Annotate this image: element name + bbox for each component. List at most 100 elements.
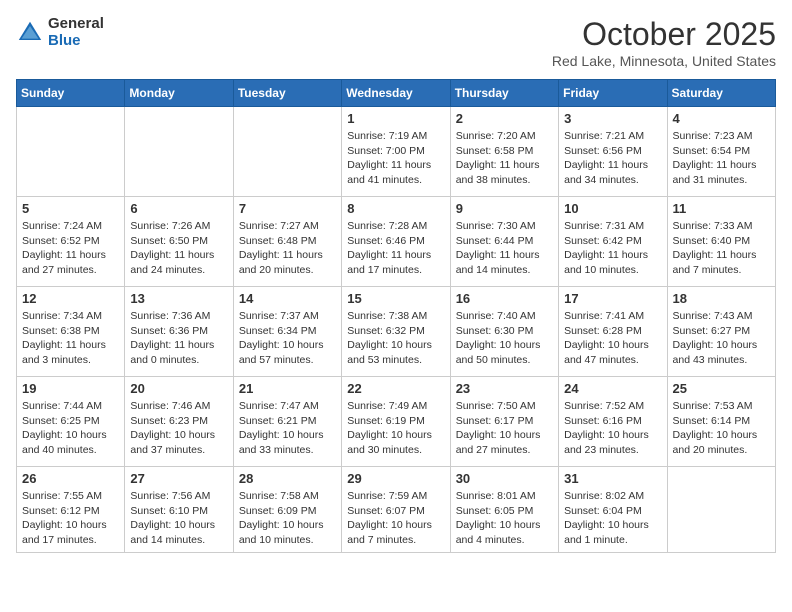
day-number: 24 xyxy=(564,381,661,396)
day-number: 14 xyxy=(239,291,336,306)
page-header: General Blue October 2025 Red Lake, Minn… xyxy=(16,16,776,69)
day-info: Sunrise: 7:55 AM Sunset: 6:12 PM Dayligh… xyxy=(22,489,119,548)
day-number: 20 xyxy=(130,381,227,396)
day-info: Sunrise: 7:40 AM Sunset: 6:30 PM Dayligh… xyxy=(456,309,553,368)
calendar-day-header: Tuesday xyxy=(233,80,341,107)
day-info: Sunrise: 7:20 AM Sunset: 6:58 PM Dayligh… xyxy=(456,129,553,188)
day-number: 3 xyxy=(564,111,661,126)
day-info: Sunrise: 7:31 AM Sunset: 6:42 PM Dayligh… xyxy=(564,219,661,278)
calendar-cell: 13 Sunrise: 7:36 AM Sunset: 6:36 PM Dayli… xyxy=(125,287,233,377)
calendar-cell: 26 Sunrise: 7:55 AM Sunset: 6:12 PM Dayli… xyxy=(17,467,125,553)
logo-blue-text: Blue xyxy=(48,33,104,50)
calendar-cell: 28 Sunrise: 7:58 AM Sunset: 6:09 PM Dayli… xyxy=(233,467,341,553)
calendar-cell: 15Sunrise: 7:38 AM Sunset: 6:32 PM Dayli… xyxy=(342,287,450,377)
calendar-cell: 6 Sunrise: 7:26 AM Sunset: 6:50 PM Daylig… xyxy=(125,197,233,287)
calendar-cell: 20 Sunrise: 7:46 AM Sunset: 6:23 PM Dayli… xyxy=(125,377,233,467)
logo: General Blue xyxy=(16,16,104,49)
day-info: Sunrise: 7:56 AM Sunset: 6:10 PM Dayligh… xyxy=(130,489,227,548)
day-info: Sunrise: 7:36 AM Sunset: 6:36 PM Dayligh… xyxy=(130,309,227,368)
calendar-cell: 27 Sunrise: 7:56 AM Sunset: 6:10 PM Dayli… xyxy=(125,467,233,553)
calendar-cell: 25 Sunrise: 7:53 AM Sunset: 6:14 PM Dayli… xyxy=(667,377,775,467)
day-number: 10 xyxy=(564,201,661,216)
day-number: 30 xyxy=(456,471,553,486)
day-info: Sunrise: 7:41 AM Sunset: 6:28 PM Dayligh… xyxy=(564,309,661,368)
day-number: 23 xyxy=(456,381,553,396)
calendar-cell: 14Sunrise: 7:37 AM Sunset: 6:34 PM Dayli… xyxy=(233,287,341,377)
logo-general-text: General xyxy=(48,16,104,33)
calendar-cell: 10 Sunrise: 7:31 AM Sunset: 6:42 PM Dayli… xyxy=(559,197,667,287)
day-info: Sunrise: 7:34 AM Sunset: 6:38 PM Dayligh… xyxy=(22,309,119,368)
calendar-day-header: Sunday xyxy=(17,80,125,107)
day-info: Sunrise: 7:43 AM Sunset: 6:27 PM Dayligh… xyxy=(673,309,770,368)
calendar-cell: 29 Sunrise: 7:59 AM Sunset: 6:07 PM Dayli… xyxy=(342,467,450,553)
location-subtitle: Red Lake, Minnesota, United States xyxy=(552,53,776,69)
day-info: Sunrise: 7:59 AM Sunset: 6:07 PM Dayligh… xyxy=(347,489,444,548)
day-number: 28 xyxy=(239,471,336,486)
calendar-cell: 31 Sunrise: 8:02 AM Sunset: 6:04 PM Dayli… xyxy=(559,467,667,553)
calendar-cell xyxy=(667,467,775,553)
calendar-week-row: 5 Sunrise: 7:24 AM Sunset: 6:52 PM Daylig… xyxy=(17,197,776,287)
day-number: 19 xyxy=(22,381,119,396)
calendar-table: SundayMondayTuesdayWednesdayThursdayFrid… xyxy=(16,79,776,553)
month-title: October 2025 xyxy=(552,16,776,53)
day-info: Sunrise: 7:52 AM Sunset: 6:16 PM Dayligh… xyxy=(564,399,661,458)
calendar-cell: 16Sunrise: 7:40 AM Sunset: 6:30 PM Dayli… xyxy=(450,287,558,377)
calendar-cell: 7Sunrise: 7:27 AM Sunset: 6:48 PM Daylig… xyxy=(233,197,341,287)
logo-text: General Blue xyxy=(48,16,104,49)
day-info: Sunrise: 7:21 AM Sunset: 6:56 PM Dayligh… xyxy=(564,129,661,188)
day-info: Sunrise: 8:01 AM Sunset: 6:05 PM Dayligh… xyxy=(456,489,553,548)
day-number: 29 xyxy=(347,471,444,486)
calendar-cell: 24 Sunrise: 7:52 AM Sunset: 6:16 PM Dayli… xyxy=(559,377,667,467)
calendar-week-row: 1Sunrise: 7:19 AM Sunset: 7:00 PM Daylig… xyxy=(17,107,776,197)
day-number: 25 xyxy=(673,381,770,396)
day-info: Sunrise: 7:24 AM Sunset: 6:52 PM Dayligh… xyxy=(22,219,119,278)
calendar-cell: 4 Sunrise: 7:23 AM Sunset: 6:54 PM Daylig… xyxy=(667,107,775,197)
day-info: Sunrise: 7:53 AM Sunset: 6:14 PM Dayligh… xyxy=(673,399,770,458)
day-number: 26 xyxy=(22,471,119,486)
calendar-header-row: SundayMondayTuesdayWednesdayThursdayFrid… xyxy=(17,80,776,107)
calendar-cell: 9 Sunrise: 7:30 AM Sunset: 6:44 PM Daylig… xyxy=(450,197,558,287)
calendar-cell: 17Sunrise: 7:41 AM Sunset: 6:28 PM Dayli… xyxy=(559,287,667,377)
calendar-week-row: 26 Sunrise: 7:55 AM Sunset: 6:12 PM Dayli… xyxy=(17,467,776,553)
calendar-day-header: Thursday xyxy=(450,80,558,107)
calendar-day-header: Monday xyxy=(125,80,233,107)
day-info: Sunrise: 7:44 AM Sunset: 6:25 PM Dayligh… xyxy=(22,399,119,458)
day-number: 22 xyxy=(347,381,444,396)
day-info: Sunrise: 7:46 AM Sunset: 6:23 PM Dayligh… xyxy=(130,399,227,458)
day-info: Sunrise: 7:23 AM Sunset: 6:54 PM Dayligh… xyxy=(673,129,770,188)
day-number: 9 xyxy=(456,201,553,216)
calendar-cell xyxy=(233,107,341,197)
day-number: 6 xyxy=(130,201,227,216)
day-number: 5 xyxy=(22,201,119,216)
calendar-cell: 11Sunrise: 7:33 AM Sunset: 6:40 PM Dayli… xyxy=(667,197,775,287)
day-number: 2 xyxy=(456,111,553,126)
day-number: 27 xyxy=(130,471,227,486)
calendar-cell: 12 Sunrise: 7:34 AM Sunset: 6:38 PM Dayli… xyxy=(17,287,125,377)
calendar-week-row: 12 Sunrise: 7:34 AM Sunset: 6:38 PM Dayli… xyxy=(17,287,776,377)
calendar-week-row: 19 Sunrise: 7:44 AM Sunset: 6:25 PM Dayli… xyxy=(17,377,776,467)
day-number: 4 xyxy=(673,111,770,126)
calendar-cell: 8Sunrise: 7:28 AM Sunset: 6:46 PM Daylig… xyxy=(342,197,450,287)
day-info: Sunrise: 7:50 AM Sunset: 6:17 PM Dayligh… xyxy=(456,399,553,458)
calendar-day-header: Wednesday xyxy=(342,80,450,107)
calendar-cell: 19 Sunrise: 7:44 AM Sunset: 6:25 PM Dayli… xyxy=(17,377,125,467)
day-info: Sunrise: 7:28 AM Sunset: 6:46 PM Dayligh… xyxy=(347,219,444,278)
day-number: 12 xyxy=(22,291,119,306)
calendar-day-header: Saturday xyxy=(667,80,775,107)
day-info: Sunrise: 7:33 AM Sunset: 6:40 PM Dayligh… xyxy=(673,219,770,278)
day-number: 13 xyxy=(130,291,227,306)
calendar-cell: 5 Sunrise: 7:24 AM Sunset: 6:52 PM Daylig… xyxy=(17,197,125,287)
day-number: 31 xyxy=(564,471,661,486)
day-info: Sunrise: 7:38 AM Sunset: 6:32 PM Dayligh… xyxy=(347,309,444,368)
day-info: Sunrise: 7:27 AM Sunset: 6:48 PM Dayligh… xyxy=(239,219,336,278)
day-info: Sunrise: 7:49 AM Sunset: 6:19 PM Dayligh… xyxy=(347,399,444,458)
day-number: 21 xyxy=(239,381,336,396)
calendar-cell: 2 Sunrise: 7:20 AM Sunset: 6:58 PM Daylig… xyxy=(450,107,558,197)
day-info: Sunrise: 7:30 AM Sunset: 6:44 PM Dayligh… xyxy=(456,219,553,278)
day-info: Sunrise: 7:26 AM Sunset: 6:50 PM Dayligh… xyxy=(130,219,227,278)
day-number: 18 xyxy=(673,291,770,306)
day-info: Sunrise: 7:58 AM Sunset: 6:09 PM Dayligh… xyxy=(239,489,336,548)
calendar-cell: 3 Sunrise: 7:21 AM Sunset: 6:56 PM Daylig… xyxy=(559,107,667,197)
day-info: Sunrise: 7:19 AM Sunset: 7:00 PM Dayligh… xyxy=(347,129,444,188)
day-info: Sunrise: 8:02 AM Sunset: 6:04 PM Dayligh… xyxy=(564,489,661,548)
